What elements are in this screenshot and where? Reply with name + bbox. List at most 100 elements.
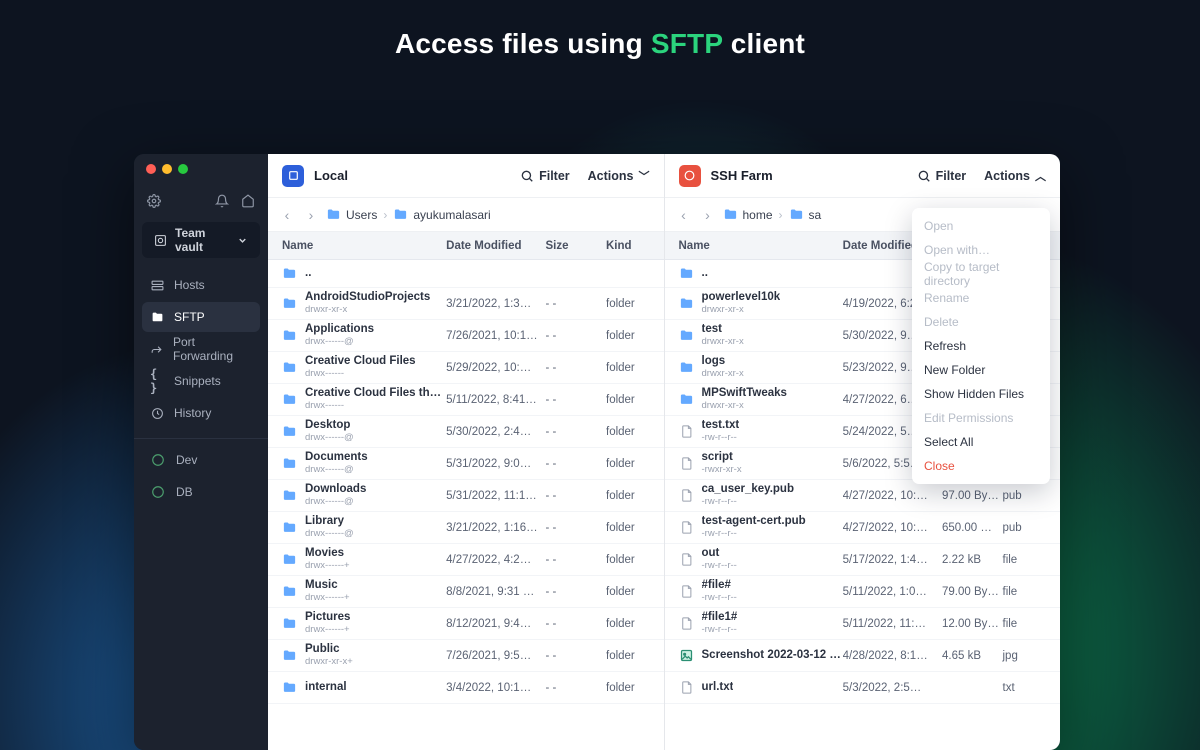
table-row[interactable]: Desktopdrwx------@ 5/30/2022, 2:4… - - f… [268, 416, 664, 448]
table-row[interactable]: #file1#-rw-r--r-- 5/11/2022, 11:… 12.00 … [665, 608, 1061, 640]
file-name: Desktop [305, 419, 354, 432]
table-row[interactable]: #file#-rw-r--r-- 5/11/2022, 1:0… 79.00 B… [665, 576, 1061, 608]
nav-item-label: Port Forwarding [173, 335, 252, 363]
file-icon [679, 424, 694, 439]
filter-button[interactable]: Filter [520, 169, 570, 183]
table-row[interactable]: test-agent-cert.pub-rw-r--r-- 4/27/2022,… [665, 512, 1061, 544]
nav-item-history[interactable]: History [142, 398, 260, 428]
nav-item-port-forwarding[interactable]: Port Forwarding [142, 334, 260, 364]
table-row[interactable]: Creative Cloud Filesdrwx------ 5/29/2022… [268, 352, 664, 384]
breadcrumb-segment[interactable]: sa [789, 207, 822, 222]
file-name: Pictures [305, 611, 350, 624]
table-row[interactable]: Publicdrwxr-xr-x+ 7/26/2021, 9:5… - - fo… [268, 640, 664, 672]
file-size: - - [546, 298, 606, 310]
breadcrumb-label: home [743, 208, 773, 222]
table-row[interactable]: Picturesdrwx------+ 8/12/2021, 9:4… - - … [268, 608, 664, 640]
folder-icon [282, 616, 297, 631]
table-row[interactable]: ca_user_key.pub-rw-r--r-- 4/27/2022, 10:… [665, 480, 1061, 512]
file-name: Documents [305, 451, 368, 464]
file-kind: folder [606, 522, 664, 534]
table-row[interactable]: internal 3/4/2022, 10:1… - - folder [268, 672, 664, 704]
table-row[interactable]: Musicdrwx------+ 8/8/2021, 9:31 … - - fo… [268, 576, 664, 608]
table-row[interactable]: Applicationsdrwx------@ 7/26/2021, 10:1…… [268, 320, 664, 352]
folder-icon [679, 392, 694, 407]
file-name: MPSwiftTweaks [702, 387, 787, 400]
table-row[interactable]: Moviesdrwx------+ 4/27/2022, 4:2… - - fo… [268, 544, 664, 576]
menu-item-new-folder[interactable]: New Folder [912, 358, 1050, 382]
table-body: .. AndroidStudioProjectsdrwxr-xr-x 3/21/… [268, 260, 664, 750]
table-row[interactable]: Downloadsdrwx------@ 5/31/2022, 11:1… - … [268, 480, 664, 512]
table-row[interactable]: url.txt 5/3/2022, 2:5… txt [665, 672, 1061, 704]
file-name: Creative Cloud Files theayu… [305, 387, 446, 400]
file-date: 5/31/2022, 9:0… [446, 458, 545, 470]
folder-icon [150, 310, 164, 324]
file-kind: folder [606, 586, 664, 598]
file-kind: folder [606, 394, 664, 406]
menu-item-refresh[interactable]: Refresh [912, 334, 1050, 358]
file-perm: -rw-r--r-- [702, 433, 740, 444]
breadcrumb-label: sa [809, 208, 822, 222]
table-row[interactable]: .. [268, 260, 664, 288]
table-row[interactable]: Screenshot 2022-03-12 111… 4/28/2022, 8:… [665, 640, 1061, 672]
menu-item-copy-to-target-directory: Copy to target directory [912, 262, 1050, 286]
file-perm: drwx------@ [305, 529, 354, 540]
file-kind: folder [606, 362, 664, 374]
file-perm: -rw-r--r-- [702, 497, 794, 508]
breadcrumb-segment[interactable]: home [723, 207, 773, 222]
nav-back-button[interactable]: ‹ [675, 206, 693, 224]
folder-icon [282, 520, 297, 535]
nav-item-hosts[interactable]: Hosts [142, 270, 260, 300]
pane-title: Local [314, 168, 510, 183]
file-name: #file# [702, 579, 737, 592]
table-row[interactable]: AndroidStudioProjectsdrwxr-xr-x 3/21/202… [268, 288, 664, 320]
table-header: Name Date Modified Size Kind [268, 232, 664, 260]
col-name[interactable]: Name [268, 240, 446, 252]
file-date: 5/17/2022, 1:4… [843, 554, 942, 566]
col-size[interactable]: Size [546, 240, 606, 252]
nav-item-sftp[interactable]: SFTP [142, 302, 260, 332]
actions-button[interactable]: Actions ﹀ [588, 168, 650, 184]
session-item-db[interactable]: DB [142, 477, 260, 507]
file-date: 5/31/2022, 11:1… [446, 490, 545, 502]
nav-forward-button[interactable]: › [699, 206, 717, 224]
menu-item-close[interactable]: Close [912, 454, 1050, 478]
menu-item-open-with-: Open with… [912, 238, 1050, 262]
col-name[interactable]: Name [665, 240, 843, 252]
col-kind[interactable]: Kind [606, 240, 664, 252]
session-item-dev[interactable]: Dev [142, 445, 260, 475]
gear-icon[interactable] [146, 193, 162, 209]
table-row[interactable]: Creative Cloud Files theayu…drwx------ 5… [268, 384, 664, 416]
menu-item-select-all[interactable]: Select All [912, 430, 1050, 454]
file-size: 650.00 … [942, 522, 1002, 534]
file-name: Library [305, 515, 354, 528]
nav-forward-button[interactable]: › [302, 206, 320, 224]
traffic-minimize[interactable] [162, 164, 172, 174]
file-date: 5/11/2022, 8:41… [446, 394, 545, 406]
filter-button[interactable]: Filter [917, 169, 967, 183]
breadcrumb-segment[interactable]: ayukumalasari [393, 207, 490, 222]
file-size: - - [546, 330, 606, 342]
breadcrumb-segment[interactable]: Users [326, 207, 377, 222]
folder-icon [326, 207, 341, 222]
actions-button[interactable]: Actions ︿ [984, 168, 1046, 184]
traffic-close[interactable] [146, 164, 156, 174]
file-perm: drwxr-xr-x [702, 305, 781, 316]
nav-back-button[interactable]: ‹ [278, 206, 296, 224]
nav-item-snippets[interactable]: { }Snippets [142, 366, 260, 396]
file-size: - - [546, 522, 606, 534]
col-date[interactable]: Date Modified [446, 240, 545, 252]
home-icon[interactable] [240, 193, 256, 209]
table-row[interactable]: Documentsdrwx------@ 5/31/2022, 9:0… - -… [268, 448, 664, 480]
traffic-zoom[interactable] [178, 164, 188, 174]
file-date: 5/11/2022, 11:… [843, 618, 942, 630]
menu-item-show-hidden-files[interactable]: Show Hidden Files [912, 382, 1050, 406]
file-perm: drwx------ [305, 401, 446, 412]
file-date: 3/4/2022, 10:1… [446, 682, 545, 694]
file-perm: drwx------+ [305, 561, 350, 572]
file-date: 5/29/2022, 10:… [446, 362, 545, 374]
folder-icon [282, 360, 297, 375]
vault-selector[interactable]: Team vault [142, 222, 260, 258]
table-row[interactable]: out-rw-r--r-- 5/17/2022, 1:4… 2.22 kB fi… [665, 544, 1061, 576]
bell-icon[interactable] [214, 193, 230, 209]
table-row[interactable]: Librarydrwx------@ 3/21/2022, 1:16… - - … [268, 512, 664, 544]
